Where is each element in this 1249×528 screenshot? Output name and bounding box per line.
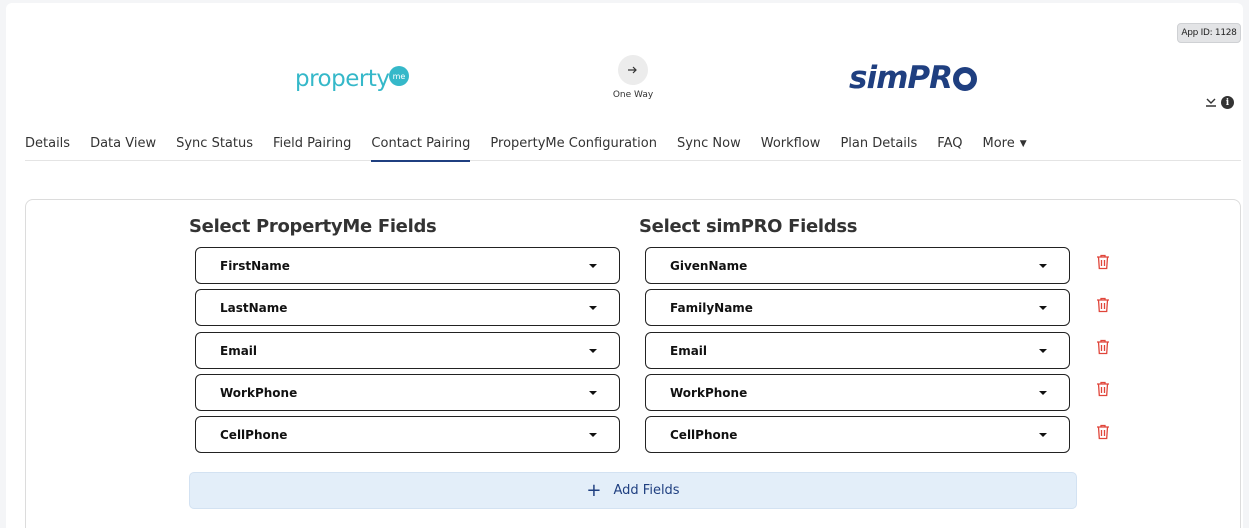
simpro-field-select[interactable]: WorkPhone (645, 374, 1070, 411)
trash-icon[interactable] (1096, 424, 1110, 440)
simpro-field-select[interactable]: Email (645, 332, 1070, 369)
tab-more[interactable]: More ▼ (982, 136, 1046, 161)
caret-down-icon (1039, 264, 1047, 268)
simpro-logo: simPR (849, 60, 977, 100)
caret-down-icon (589, 306, 597, 310)
caret-down-icon: ▼ (1019, 139, 1027, 149)
select-value: CellPhone (670, 427, 738, 442)
propertyme-field-select[interactable]: LastName (195, 289, 620, 326)
tab-sync-now[interactable]: Sync Now (677, 136, 761, 161)
trash-icon[interactable] (1096, 339, 1110, 355)
caret-down-icon (589, 391, 597, 395)
plus-icon: + (586, 479, 602, 501)
select-value: LastName (220, 300, 288, 315)
simpro-fields-title: Select simPRO Fieldss (639, 216, 858, 237)
simpro-field-select[interactable]: CellPhone (645, 416, 1070, 453)
select-value: FirstName (220, 258, 290, 273)
propertyme-field-select[interactable]: WorkPhone (195, 374, 620, 411)
select-value: GivenName (670, 258, 748, 273)
simpro-field-select[interactable]: FamilyName (645, 289, 1070, 326)
select-value: FamilyName (670, 300, 753, 315)
select-value: Email (220, 343, 258, 358)
select-value: WorkPhone (670, 385, 748, 400)
trash-icon[interactable] (1096, 254, 1110, 270)
add-fields-label: Add Fields (613, 483, 680, 498)
trash-icon[interactable] (1096, 297, 1110, 313)
propertyme-field-select[interactable]: CellPhone (195, 416, 620, 453)
caret-down-icon (1039, 391, 1047, 395)
propertyme-fields-title: Select PropertyMe Fields (189, 216, 437, 237)
sync-direction-label: One Way (612, 90, 654, 100)
download-icon[interactable] (1205, 96, 1217, 108)
arrow-right-icon (618, 55, 648, 85)
caret-down-icon (589, 349, 597, 353)
simpro-field-select[interactable]: GivenName (645, 247, 1070, 284)
tab-workflow[interactable]: Workflow (761, 136, 841, 161)
caret-down-icon (589, 433, 597, 437)
tab-more-label: More (982, 136, 1015, 151)
caret-down-icon (1039, 433, 1047, 437)
tab-bar: Details Data View Sync Status Field Pair… (25, 136, 1241, 162)
caret-down-icon (1039, 349, 1047, 353)
select-value: CellPhone (220, 427, 288, 442)
select-value: Email (670, 343, 708, 358)
tab-propertyme-configuration[interactable]: PropertyMe Configuration (490, 136, 677, 161)
tab-details[interactable]: Details (25, 136, 90, 161)
trash-icon[interactable] (1096, 381, 1110, 397)
tab-faq[interactable]: FAQ (937, 136, 982, 161)
select-value: WorkPhone (220, 385, 298, 400)
propertyme-logo: property me (295, 66, 409, 100)
app-id-badge: App ID: 1128 (1177, 23, 1241, 43)
propertyme-field-select[interactable]: Email (195, 332, 620, 369)
caret-down-icon (1039, 306, 1047, 310)
tab-plan-details[interactable]: Plan Details (840, 136, 937, 161)
info-icon[interactable]: i (1221, 96, 1234, 109)
simpro-gear-icon (952, 67, 977, 91)
propertyme-logo-text: property (295, 66, 390, 92)
propertyme-logo-badge: me (389, 66, 409, 86)
tab-data-view[interactable]: Data View (90, 136, 176, 161)
caret-down-icon (589, 264, 597, 268)
tab-field-pairing[interactable]: Field Pairing (273, 136, 371, 161)
add-fields-button[interactable]: + Add Fields (189, 472, 1077, 509)
tab-contact-pairing[interactable]: Contact Pairing (371, 136, 490, 162)
tab-sync-status[interactable]: Sync Status (176, 136, 273, 161)
simpro-logo-text: simPR (849, 60, 953, 96)
propertyme-field-select[interactable]: FirstName (195, 247, 620, 284)
